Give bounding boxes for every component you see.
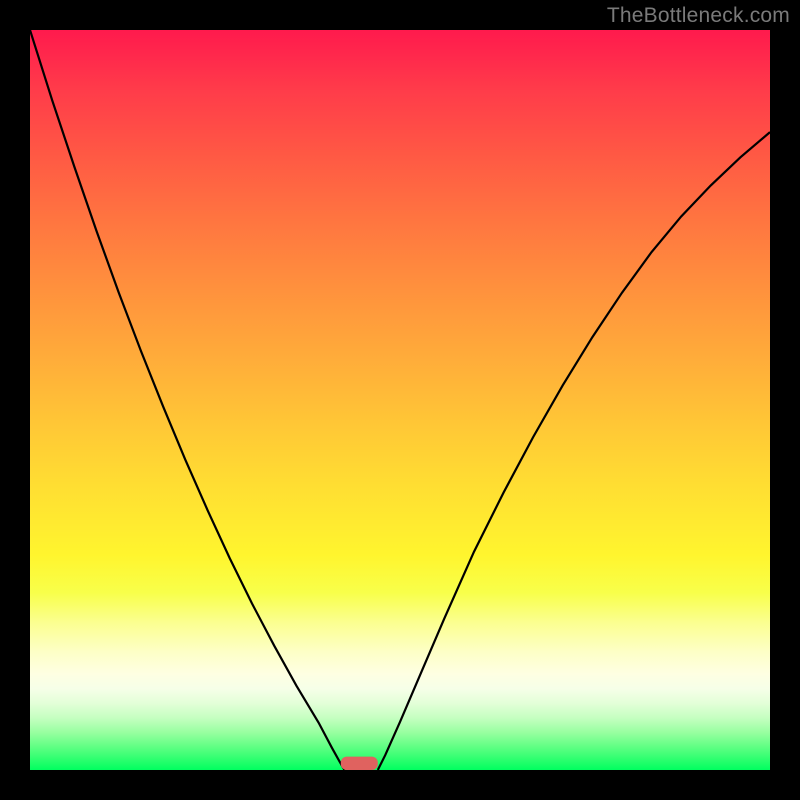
valley-marker bbox=[341, 757, 378, 770]
watermark-text: TheBottleneck.com bbox=[607, 4, 790, 28]
plot-area bbox=[30, 30, 770, 770]
chart-svg bbox=[30, 30, 770, 770]
chart-frame: TheBottleneck.com bbox=[0, 0, 800, 800]
curve-left-branch bbox=[30, 30, 345, 770]
curve-right-branch bbox=[378, 132, 770, 770]
